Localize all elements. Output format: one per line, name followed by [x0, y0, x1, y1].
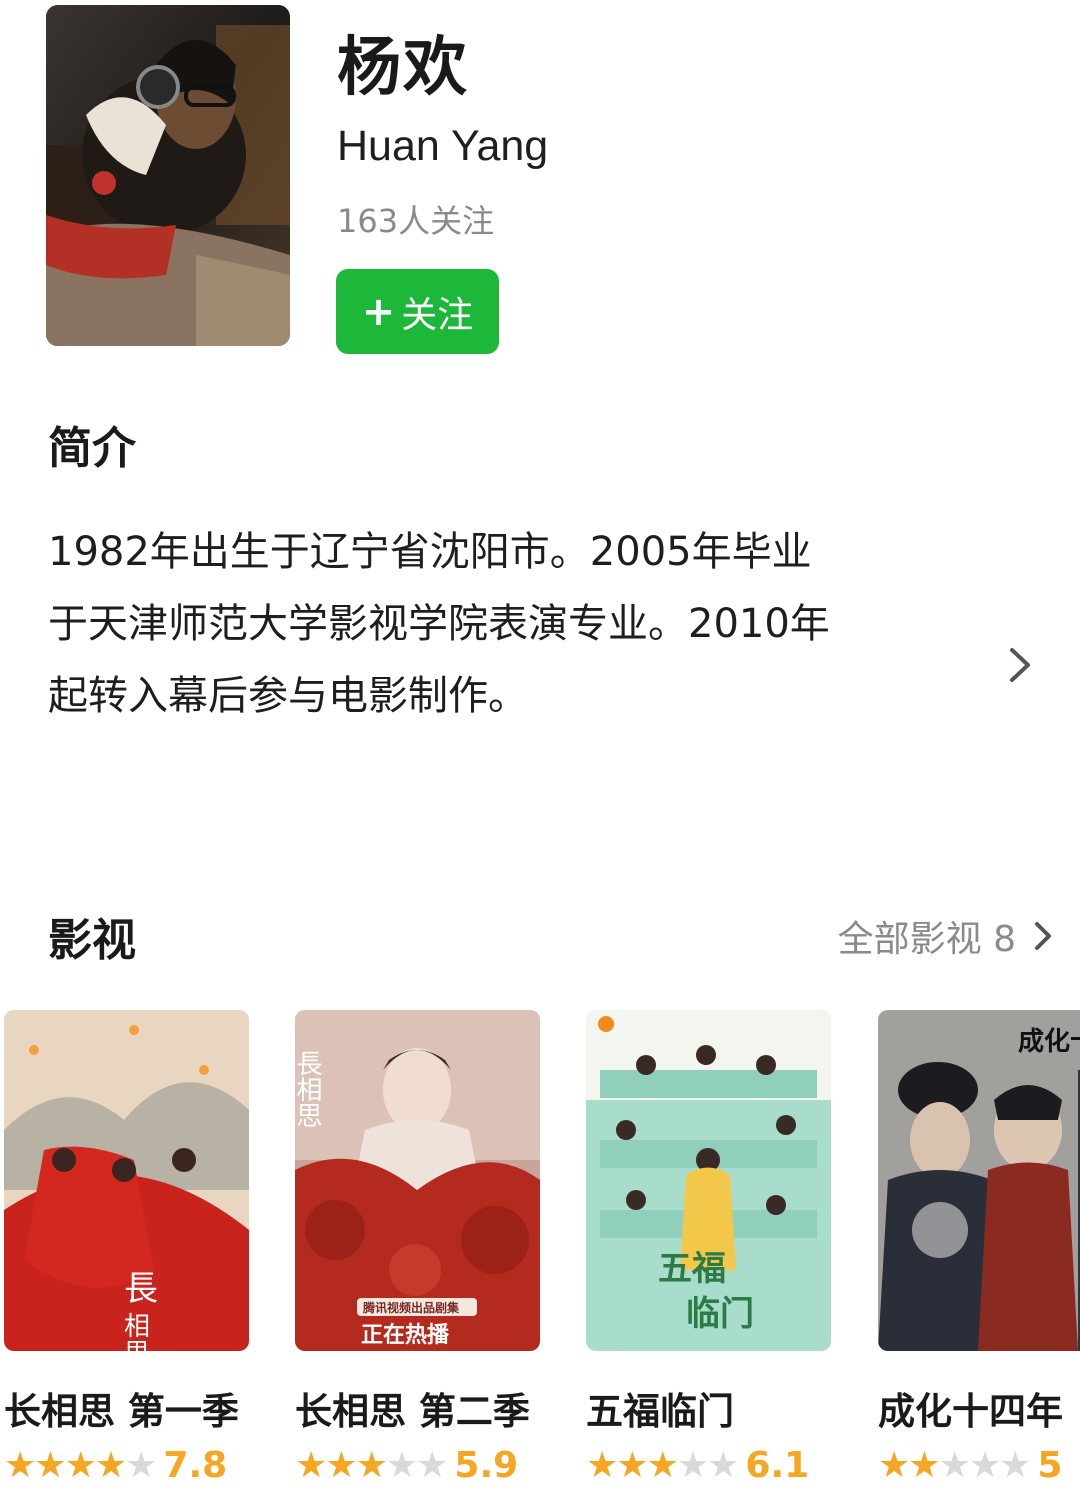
film-rating: ★ ★ ★ ★ ★ 5 — [878, 1445, 1080, 1486]
intro-line: 于天津师范大学影视学院表演专业。2010年 — [48, 601, 830, 647]
star-icon: ★ — [908, 1444, 940, 1486]
film-poster: 長相思 腾讯视频出品剧集 正在热播 — [295, 1010, 540, 1351]
poster-title: 長相思 — [295, 1050, 322, 1128]
star-icon: ★ — [616, 1444, 648, 1486]
all-films-link[interactable]: 全部影视 8 — [838, 910, 1056, 962]
person-name: 杨欢 — [337, 31, 469, 105]
star-icon: ★ — [938, 1444, 971, 1486]
star-icon: ★ — [878, 1444, 910, 1486]
star-icon: ★ — [968, 1444, 1001, 1486]
star-icon: ★ — [325, 1444, 357, 1486]
star-icon: ★ — [64, 1444, 97, 1486]
star-icon: ★ — [355, 1444, 388, 1486]
film-rating: ★ ★ ★ ★ ★ 7.8 — [4, 1445, 249, 1486]
film-title: 长相思 第一季 — [4, 1390, 239, 1433]
star-icon: ★ — [676, 1444, 709, 1486]
film-card[interactable]: 五福 临门 五福临门 ★ ★ ★ ★ ★ 6.1 — [586, 1010, 831, 1486]
poster-title: 長 — [124, 1269, 158, 1309]
film-poster: 五福 临门 — [586, 1010, 831, 1351]
chevron-right-icon[interactable] — [1000, 640, 1040, 690]
star-rating: ★ ★ ★ ★ ★ — [878, 1444, 1031, 1486]
star-icon: ★ — [586, 1444, 618, 1486]
film-poster: 成化十四年 — [878, 1010, 1080, 1351]
follow-button[interactable]: + 关注 — [336, 269, 499, 354]
star-rating: ★ ★ ★ ★ ★ — [295, 1444, 448, 1486]
film-poster: 長 相 思 — [4, 1010, 249, 1351]
films-heading: 影视 — [48, 915, 136, 966]
person-photo — [46, 5, 290, 346]
star-icon: ★ — [295, 1444, 327, 1486]
film-score: 7.8 — [163, 1445, 228, 1486]
film-card[interactable]: 長 相 思 长相思 第一季 ★★★★★ 7.8 — [4, 1010, 249, 1486]
star-rating: ★ ★ ★ ★ ★ — [4, 1444, 157, 1486]
person-profile-page: 杨欢 Huan Yang 163人关注 + 关注 简介 1982年出生于辽宁省沈… — [0, 0, 1080, 1504]
film-card[interactable]: 成化十四年 成化十四年 ★★★★★ 5 — [878, 1010, 1080, 1486]
plus-icon: + — [361, 288, 396, 335]
poster-title: 相 — [124, 1312, 150, 1342]
poster-title: 五福 — [658, 1249, 726, 1289]
poster-title: 思 — [124, 1339, 150, 1351]
film-rating: ★ ★ ★ ★ ★ 6.1 — [586, 1445, 831, 1486]
follower-count: 163人关注 — [337, 202, 495, 240]
intro-line: 1982年出生于辽宁省沈阳市。2005年毕业 — [48, 529, 812, 575]
film-card[interactable]: 長相思 腾讯视频出品剧集 正在热播 长相思 第二季 ★ ★ ★ ★ ★ 5.9 — [295, 1010, 540, 1486]
star-icon: ★ — [646, 1444, 679, 1486]
film-title: 成化十四年 — [878, 1390, 1063, 1433]
film-title: 长相思 第二季 — [295, 1390, 530, 1433]
film-score: 5 — [1037, 1445, 1063, 1486]
intro-line: 起转入幕后参与电影制作。 — [48, 673, 528, 719]
star-icon: ★ — [125, 1444, 157, 1486]
all-films-label: 全部影视 8 — [837, 919, 1016, 960]
film-title: 五福临门 — [586, 1390, 734, 1433]
poster-caption: 正在热播 — [361, 1322, 450, 1348]
poster-title: 临门 — [686, 1294, 754, 1334]
star-rating: ★ ★ ★ ★ ★ — [586, 1444, 739, 1486]
star-icon: ★ — [385, 1444, 418, 1486]
intro-heading: 简介 — [48, 423, 136, 474]
star-icon: ★ — [707, 1444, 739, 1486]
star-icon: ★ — [999, 1444, 1031, 1486]
poster-caption: 腾讯视频出品剧集 — [362, 1300, 460, 1315]
film-score: 5.9 — [454, 1445, 519, 1486]
star-icon: ★ — [34, 1444, 66, 1486]
chevron-right-icon — [1035, 922, 1051, 950]
film-score: 6.1 — [745, 1445, 810, 1486]
poster-title: 成化十四年 — [1018, 1026, 1080, 1057]
star-icon: ★ — [4, 1444, 36, 1486]
follow-button-label: 关注 — [401, 294, 474, 336]
star-icon: ★ — [94, 1444, 127, 1486]
intro-text[interactable]: 1982年出生于辽宁省沈阳市。2005年毕业 于天津师范大学影视学院表演专业。2… — [48, 516, 948, 732]
film-rating: ★ ★ ★ ★ ★ 5.9 — [295, 1445, 540, 1486]
star-icon: ★ — [416, 1444, 448, 1486]
person-english-name: Huan Yang — [337, 122, 549, 170]
